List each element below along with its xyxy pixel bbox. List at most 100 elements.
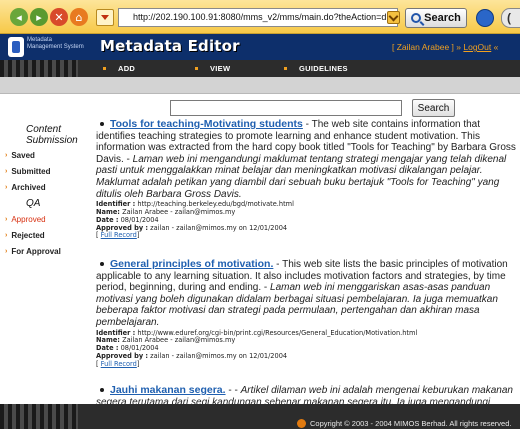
history-dropdown-button[interactable] — [96, 9, 114, 26]
page: ◂ ▸ ✕ ⌂ http://202.190.100.91:8080/mms_v… — [0, 0, 520, 429]
record-meta: Identifier : http://www.eduref.org/cgi-b… — [96, 328, 520, 369]
forward-icon[interactable]: ▸ — [30, 8, 48, 26]
go-button[interactable] — [387, 11, 400, 24]
record-approved: Approved by : zailan - zailan@mimos.my o… — [96, 223, 520, 233]
search-input[interactable] — [170, 100, 402, 116]
record-name: Name: Zailan Arabee - zailan@mimos.my — [96, 336, 520, 345]
globe-icon[interactable] — [476, 9, 494, 27]
sidebar-heading-qa: QA — [26, 198, 41, 209]
sidebar-heading-line: Content — [26, 124, 62, 135]
chevron-down-icon — [101, 15, 109, 20]
record-text: Tools for teaching-Motivating students -… — [96, 118, 520, 200]
date-label: Date : — [96, 344, 119, 353]
record-full-link-wrap: [ Full Record] — [96, 359, 140, 368]
bullet-icon — [103, 67, 106, 70]
identifier-value: http://teaching.berkeley.edu/bgd/motivat… — [137, 200, 294, 209]
identifier-value: http://www.eduref.org/cgi-bin/print.cgi/… — [137, 328, 418, 337]
sidebar-heading-content: Content Submission — [26, 124, 78, 146]
sub-toolbar — [0, 77, 520, 94]
footer: Copyright © 2003 - 2004 MIMOS Berhad. Al… — [0, 404, 520, 429]
browser-toolbar: ◂ ▸ ✕ ⌂ http://202.190.100.91:8080/mms_v… — [0, 0, 520, 34]
bullet-icon — [100, 122, 104, 127]
bullet-icon — [100, 262, 104, 267]
record-text: Jauhi makanan segera. - - Artikel dilama… — [96, 384, 520, 404]
identifier-label: Identifier : — [96, 200, 136, 209]
sidebar-item-label: Submitted — [11, 167, 51, 176]
mimos-logo-icon — [297, 419, 306, 428]
main-content: Search Tools for teaching-Motivating stu… — [94, 94, 520, 404]
date-value: 08/01/2004 — [120, 344, 159, 353]
menu-item-add[interactable]: ADD — [103, 64, 135, 73]
sidebar-item-for-approval[interactable]: › For Approval — [5, 247, 61, 256]
name-label: Name: — [96, 207, 120, 216]
record-title-link[interactable]: Jauhi makanan segera. — [110, 384, 226, 396]
sidebar-heading-line: Submission — [26, 135, 78, 146]
full-record-link[interactable]: Full Record — [101, 231, 137, 239]
logo-text: Metadata Management System — [27, 37, 84, 50]
page-title: Metadata Editor — [100, 37, 240, 55]
full-record-link[interactable]: Full Record — [101, 360, 137, 368]
menu-item-view[interactable]: VIEW — [195, 64, 230, 73]
extension-button[interactable]: ( — [501, 8, 520, 28]
record-text: General principles of motivation. - This… — [96, 258, 520, 329]
sidebar: Content Submission › Saved › Submitted ›… — [0, 94, 88, 404]
approved-label: Approved by : — [96, 223, 149, 232]
date-label: Date : — [96, 215, 119, 224]
stop-icon[interactable]: ✕ — [50, 8, 68, 26]
logout-link[interactable]: LogOut — [463, 42, 491, 52]
record-item: Jauhi makanan segera. - - Artikel dilama… — [96, 384, 520, 404]
record-item: Tools for teaching-Motivating students -… — [96, 118, 520, 240]
sidebar-item-approved[interactable]: › Approved — [5, 215, 46, 224]
record-translation: Laman web ini mengandungi maklumat tenta… — [96, 153, 507, 200]
approved-value: zailan - zailan@mimos.my on 12/01/2004 — [150, 223, 288, 232]
name-value: Zailan Arabee - zailan@mimos.my — [122, 336, 236, 345]
identifier-label: Identifier : — [96, 328, 136, 337]
browser-search-button[interactable]: Search — [405, 8, 467, 28]
nav-buttons: ◂ ▸ ✕ ⌂ — [10, 8, 88, 26]
arrow-right-icon: › — [5, 232, 8, 239]
menu-item-label: GUIDELINES — [299, 64, 348, 73]
arrow-right-icon: › — [5, 248, 8, 255]
arrow-right-icon: › — [5, 168, 8, 175]
sidebar-item-archived[interactable]: › Archived — [5, 183, 46, 192]
user-name: [ Zailan Arabee ] » — [392, 42, 461, 52]
sidebar-item-label: Saved — [11, 151, 35, 160]
name-label: Name: — [96, 336, 120, 345]
copyright-text: Copyright © 2003 - 2004 MIMOS Berhad. Al… — [310, 419, 512, 428]
date-value: 08/01/2004 — [120, 215, 159, 224]
sidebar-item-label: Approved — [11, 215, 46, 224]
record-full-link-wrap: [ Full Record] — [96, 231, 140, 240]
sidebar-item-label: For Approval — [11, 247, 61, 256]
bullet-icon — [195, 67, 198, 70]
record-title-link[interactable]: Tools for teaching-Motivating students — [110, 118, 303, 130]
record-title-link[interactable]: General principles of motivation. — [110, 258, 273, 270]
approved-value: zailan - zailan@mimos.my on 12/01/2004 — [150, 351, 288, 360]
approved-label: Approved by : — [96, 351, 149, 360]
address-bar[interactable]: http://202.190.100.91:8080/mms_v2/mms/ma… — [118, 8, 398, 27]
back-icon[interactable]: ◂ — [10, 8, 28, 26]
browser-search-label: Search — [424, 12, 461, 24]
sidebar-item-saved[interactable]: › Saved — [5, 151, 35, 160]
record-item: General principles of motivation. - This… — [96, 258, 520, 369]
search-icon — [411, 13, 422, 23]
bullet-icon — [284, 67, 287, 70]
sidebar-item-rejected[interactable]: › Rejected — [5, 231, 45, 240]
sidebar-item-label: Archived — [11, 183, 46, 192]
arrow-right-icon: › — [5, 184, 8, 191]
arrow-right-icon: › — [5, 216, 8, 223]
home-icon[interactable]: ⌂ — [70, 8, 88, 26]
bullet-icon — [100, 388, 104, 393]
name-value: Zailan Arabee - zailan@mimos.my — [122, 207, 236, 216]
menu-item-guidelines[interactable]: GUIDELINES — [284, 64, 348, 73]
footer-decoration — [0, 404, 78, 429]
menu-item-label: ADD — [118, 64, 136, 73]
record-meta: Identifier : http://teaching.berkeley.ed… — [96, 200, 520, 240]
record-description: - - — [225, 385, 241, 396]
menu-bar: ADD VIEW GUIDELINES — [0, 60, 520, 77]
arrow-right-icon: › — [5, 152, 8, 159]
search-button[interactable]: Search — [412, 99, 455, 117]
sidebar-item-submitted[interactable]: › Submitted — [5, 167, 50, 176]
sidebar-item-label: Rejected — [11, 231, 45, 240]
record-name: Name: Zailan Arabee - zailan@mimos.my — [96, 207, 520, 217]
menu-item-label: VIEW — [210, 64, 231, 73]
